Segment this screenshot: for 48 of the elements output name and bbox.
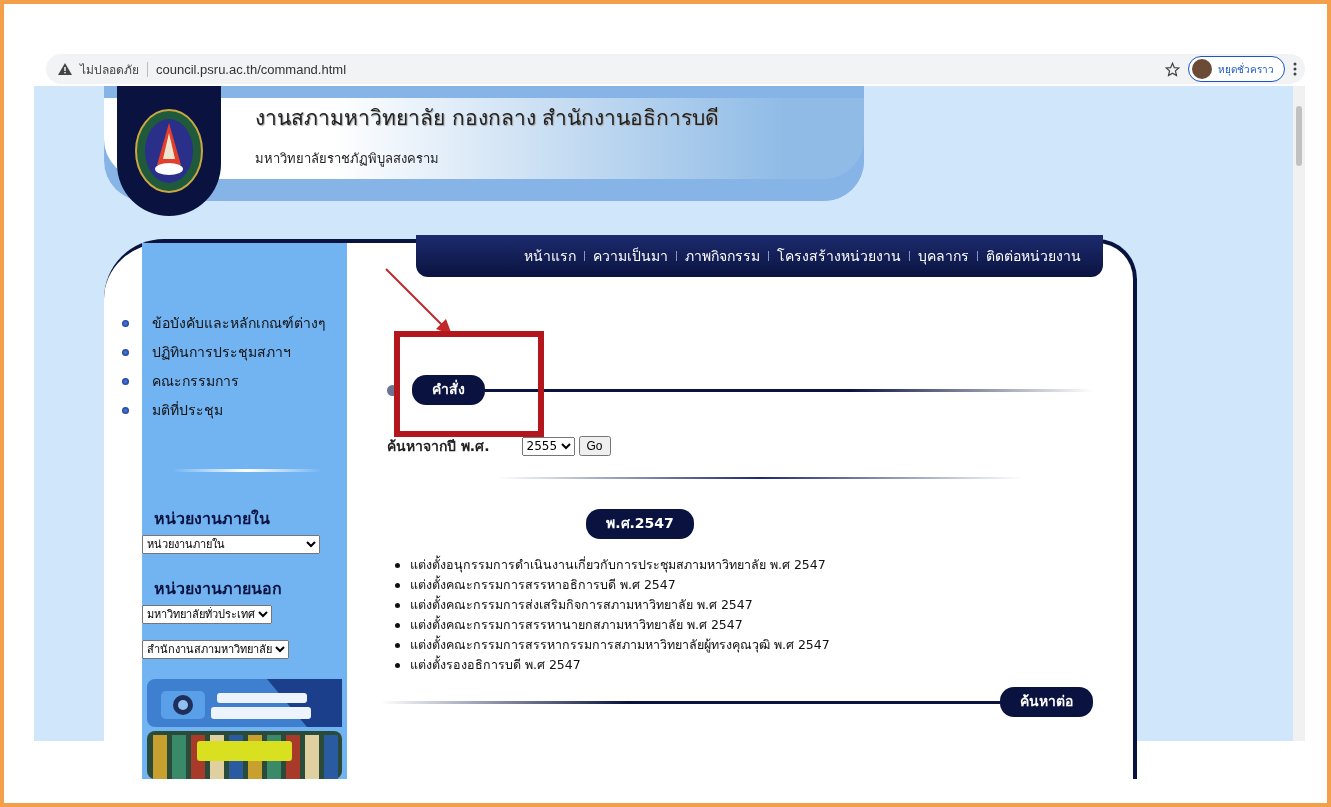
- emblem-icon: [135, 109, 203, 193]
- bullet-icon: [122, 378, 129, 385]
- nav-link[interactable]: ความเป็นมา: [585, 245, 676, 267]
- security-warning: ไม่ปลอดภัย: [80, 61, 139, 79]
- order-link[interactable]: แต่งตั้งรองอธิการบดี พ.ศ 2547: [410, 655, 581, 675]
- sidebar-link[interactable]: ข้อบังคับและหลักเกณฑ์ต่างๆ: [152, 309, 326, 338]
- nav-link[interactable]: ติดต่อหน่วยงาน: [978, 245, 1089, 267]
- order-link[interactable]: แต่งตั้งอนุกรรมการดำเนินงานเกี่ยวกับการประชุมสภามหาวิทยาลัย พ.ศ 2547: [410, 555, 826, 575]
- site-subtitle: มหาวิทยาลัยราชภัฏพิบูลสงคราม: [255, 149, 440, 169]
- sidebar-link[interactable]: มติที่ประชุม: [152, 396, 223, 425]
- section-title: คำสั่ง: [412, 375, 485, 405]
- order-link[interactable]: แต่งตั้งคณะกรรมการสรรหากรรมการสภามหาวิทยาลัยผู้ทรงคุณวุฒิ พ.ศ 2547: [410, 635, 830, 655]
- url-text: council.psru.ac.th/command.html: [147, 61, 1157, 77]
- star-icon[interactable]: [1165, 61, 1180, 77]
- section-heading: หน่วยงานภายใน: [154, 508, 270, 530]
- nav-link[interactable]: บุคลากร: [910, 245, 977, 267]
- menu-icon[interactable]: [1293, 62, 1297, 76]
- bullet-icon: [122, 349, 129, 356]
- order-link[interactable]: แต่งตั้งคณะกรรมการส่งเสริมกิจการสภามหาวิทยาลัย พ.ศ 2547: [410, 595, 753, 615]
- bullet-icon: [395, 662, 400, 668]
- address-bar[interactable]: ไม่ปลอดภัย council.psru.ac.th/command.html หยุดชั่วคราว: [46, 54, 1305, 84]
- nav-link[interactable]: ภาพกิจกรรม: [677, 245, 768, 267]
- bullet-icon: [395, 622, 400, 628]
- unit-select[interactable]: มหาวิทยาลัยทั่วประเทศ: [142, 605, 272, 624]
- sidebar-link[interactable]: คณะกรรมการ: [152, 367, 239, 396]
- search-label: ค้นหาจากปี พ.ศ.: [387, 437, 490, 456]
- order-link[interactable]: แต่งตั้งคณะกรรมการสรรหานายกสภามหาวิทยาลัย พ.ศ 2547: [410, 615, 743, 635]
- search-more-button[interactable]: ค้นหาต่อ: [1000, 687, 1093, 717]
- bullet-icon: [395, 582, 400, 588]
- year-select[interactable]: 2555: [521, 436, 575, 456]
- sidebar-link[interactable]: ปฏิทินการประชุมสภาฯ: [152, 338, 291, 367]
- avatar-icon: [1192, 59, 1212, 79]
- nav-link[interactable]: หน้าแรก: [516, 245, 584, 267]
- bullet-icon: [395, 642, 400, 648]
- site-title: งานสภามหาวิทยาลัย กองกลาง สำนักงานอธิการบดี: [255, 104, 720, 132]
- go-button[interactable]: Go: [578, 436, 611, 456]
- bullet-icon: [122, 320, 129, 327]
- bullet-icon: [395, 562, 400, 568]
- bullet-icon: [122, 407, 129, 414]
- unit-select[interactable]: สำนักงานสภามหาวิทยาลัย: [142, 640, 289, 659]
- year-heading: พ.ศ.2547: [586, 509, 694, 539]
- order-link[interactable]: แต่งตั้งคณะกรรมการสรรหาอธิการบดี พ.ศ 2547: [410, 575, 676, 595]
- unit-select[interactable]: หน่วยงานภายใน: [142, 535, 320, 554]
- profile-button[interactable]: หยุดชั่วคราว: [1188, 56, 1285, 82]
- bullet-icon: [395, 602, 400, 608]
- nav-link[interactable]: โครงสร้างหน่วยงาน: [769, 245, 909, 267]
- warning-icon: [58, 63, 72, 75]
- section-heading: หน่วยงานภายนอก: [154, 578, 282, 600]
